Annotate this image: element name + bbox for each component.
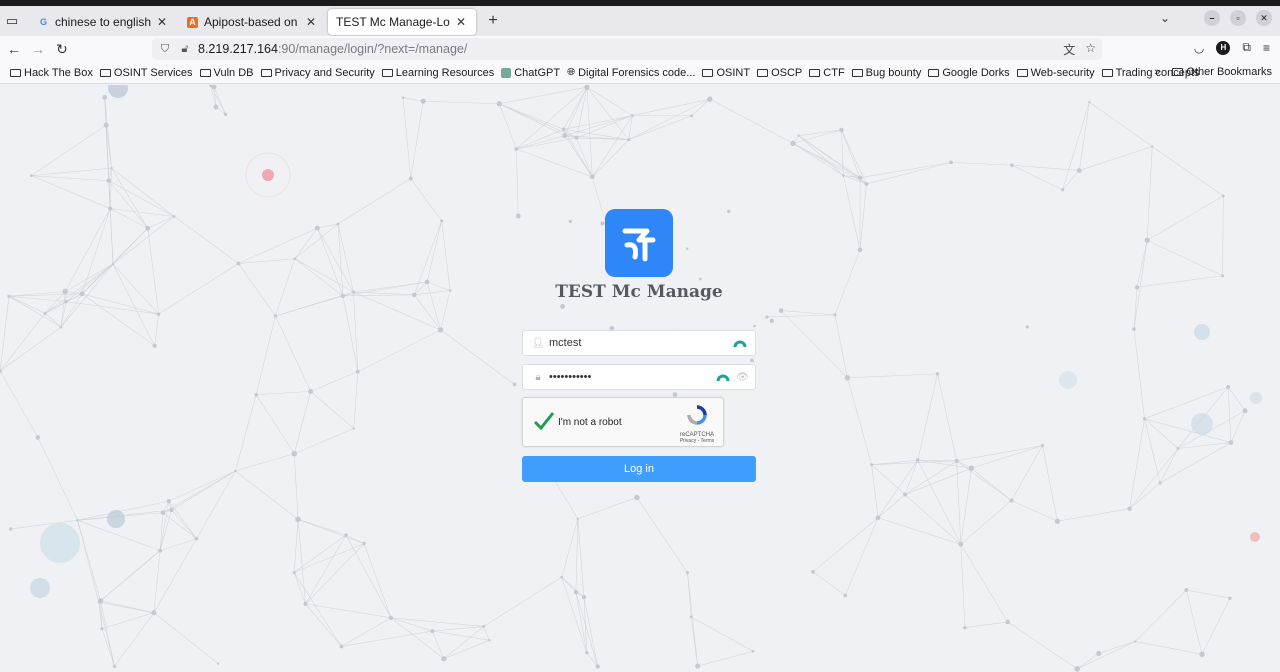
recaptcha-logo-icon: [687, 405, 707, 425]
folder-icon: [1101, 68, 1113, 77]
folder-icon: [809, 68, 821, 77]
translate-icon[interactable]: 文: [1063, 41, 1075, 58]
bookmark-item[interactable]: Learning Resources: [381, 66, 495, 79]
tab-apipost[interactable]: A Apipost-based on collab ✕: [179, 9, 326, 35]
logo-glyph-icon: [622, 228, 656, 262]
bookmark-item[interactable]: Bug bounty: [851, 66, 922, 79]
folder-icon: [99, 68, 111, 77]
bookmark-item[interactable]: OSINT Services: [99, 66, 193, 79]
bookmark-item[interactable]: OSINT: [702, 67, 750, 79]
bookmark-label: OSCP: [771, 66, 803, 79]
bookmark-label: Vuln DB: [213, 66, 254, 79]
bookmarks-bar: Hack The Box OSINT Services Vuln DB Privacy…: [0, 62, 1280, 84]
bookmark-label: ChatGPT: [514, 66, 561, 79]
bookmark-label: Bug bounty: [865, 66, 922, 79]
lock-icon: 🔒︎: [535, 371, 541, 383]
bookmark-item[interactable]: Privacy and Security: [260, 66, 375, 79]
folder-icon: [928, 68, 940, 77]
password-input[interactable]: •••••••••••: [547, 371, 716, 383]
recaptcha-branding: reCAPTCHA Privacy - Terms: [677, 404, 717, 444]
close-tab-icon[interactable]: ✕: [304, 15, 318, 29]
folder-icon: [851, 68, 863, 77]
reload-icon[interactable]: ↻: [50, 41, 74, 58]
account-avatar[interactable]: H: [1216, 40, 1231, 55]
chatgpt-icon: [501, 67, 512, 78]
close-tab-icon[interactable]: ✕: [454, 15, 468, 29]
recaptcha-widget: I'm not a robot reCAPTCHA Privacy - Term…: [522, 397, 724, 447]
show-password-eye-icon[interactable]: 👁︎: [736, 372, 749, 383]
tab-login[interactable]: TEST Mc Manage-Log in ✕: [328, 9, 476, 35]
maximize-icon[interactable]: ▫: [1230, 10, 1246, 26]
folder-icon: [702, 68, 714, 77]
close-tab-icon[interactable]: ✕: [155, 15, 169, 29]
page-content: TEST Mc Manage 👤︎ mctest 🔒︎ ••••••••••• …: [0, 85, 1280, 672]
bookmark-item[interactable]: Google Dorks: [928, 66, 1010, 79]
nav-bar: ← → ↻ ⛉ 🔓︎ 8.219.217.164:90/manage/login…: [0, 36, 1280, 62]
google-icon: G: [39, 17, 47, 27]
tab-overflow-chevron-icon[interactable]: ⌄: [1160, 11, 1170, 25]
folder-icon: [10, 68, 21, 77]
forward-icon[interactable]: →: [26, 41, 50, 57]
bookmark-label: OSINT Services: [113, 66, 193, 79]
bookmark-label: OSINT: [716, 66, 751, 79]
bookmark-item[interactable]: ChatGPT: [501, 67, 560, 79]
tab-title: chinese to english - Goo: [55, 15, 151, 29]
bookmark-label: Hack The Box: [24, 66, 93, 79]
folder-icon: [1172, 68, 1184, 76]
folder-icon: [1016, 68, 1028, 77]
recaptcha-checkbox[interactable]: [533, 410, 555, 432]
password-field[interactable]: 🔒︎ ••••••••••• 👁︎: [522, 364, 756, 390]
extensions-icon[interactable]: ⧉: [1242, 40, 1251, 55]
bookmark-item[interactable]: 🌐︎ Digital Forensics code...: [567, 67, 695, 79]
password-manager-icon[interactable]: [716, 370, 730, 384]
folder-icon: [260, 68, 272, 77]
folder-icon: [757, 68, 769, 77]
close-window-icon[interactable]: ✕: [1256, 10, 1272, 26]
other-bookmarks-label: Other Bookmarks: [1186, 66, 1272, 78]
minimize-icon[interactable]: –: [1204, 10, 1220, 26]
folder-icon: [199, 68, 211, 77]
tab-title: TEST Mc Manage-Log in: [336, 15, 450, 29]
new-tab-icon[interactable]: +: [482, 12, 504, 30]
insecure-lock-icon[interactable]: 🔓︎: [178, 43, 192, 56]
tab-list-icon[interactable]: ▭: [0, 9, 24, 33]
other-bookmarks[interactable]: Other Bookmarks: [1172, 66, 1272, 78]
bookmark-star-icon[interactable]: ☆: [1085, 41, 1096, 58]
bookmark-item[interactable]: Web-security: [1016, 66, 1095, 79]
tab-google[interactable]: G chinese to english - Goo ✕: [30, 9, 177, 35]
bookmark-item[interactable]: OSCP: [757, 67, 802, 79]
user-icon: 👤︎: [531, 337, 545, 349]
url-bar[interactable]: ⛉ 🔓︎ 8.219.217.164:90/manage/login/?next…: [152, 38, 1102, 60]
menu-icon[interactable]: ≡: [1263, 41, 1270, 55]
tab-title: Apipost-based on collab: [204, 15, 300, 29]
username-input[interactable]: mctest: [547, 337, 733, 349]
back-icon[interactable]: ←: [2, 41, 26, 57]
bookmark-label: Privacy and Security: [274, 66, 375, 79]
bookmark-label: Web-security: [1030, 66, 1095, 79]
login-button[interactable]: Log in: [522, 456, 756, 482]
app-logo: [605, 209, 673, 277]
globe-icon: 🌐︎: [567, 67, 576, 78]
folder-icon: [381, 68, 393, 77]
recaptcha-links[interactable]: Privacy - Terms: [677, 438, 717, 444]
bookmark-label: Digital Forensics code...: [578, 66, 696, 79]
bookmarks-overflow-icon[interactable]: »: [1154, 66, 1160, 78]
apipost-icon: A: [187, 16, 198, 28]
page-title: TEST Mc Manage: [555, 282, 723, 302]
bookmark-item[interactable]: CTF: [809, 66, 845, 79]
url-host: 8.219.217.164: [198, 42, 278, 56]
bookmark-item[interactable]: Hack The Box: [10, 67, 93, 79]
bookmark-label: Learning Resources: [395, 66, 495, 79]
url-path: :90/manage/login/?next=/manage/: [277, 42, 468, 56]
shield-icon[interactable]: ⛉: [158, 43, 172, 56]
window-controls: ⌄ – ▫ ✕: [1160, 10, 1272, 26]
pocket-icon[interactable]: ◡: [1194, 41, 1204, 55]
tab-bar: ▭ G chinese to english - Goo ✕ A Apipost…: [0, 6, 1280, 36]
username-field[interactable]: 👤︎ mctest: [522, 330, 756, 356]
recaptcha-label: I'm not a robot: [558, 417, 622, 428]
bookmark-label: CTF: [823, 66, 845, 79]
password-manager-icon[interactable]: [733, 336, 747, 350]
bookmark-item[interactable]: Vuln DB: [199, 66, 254, 79]
bookmark-label: Google Dorks: [942, 66, 1010, 79]
